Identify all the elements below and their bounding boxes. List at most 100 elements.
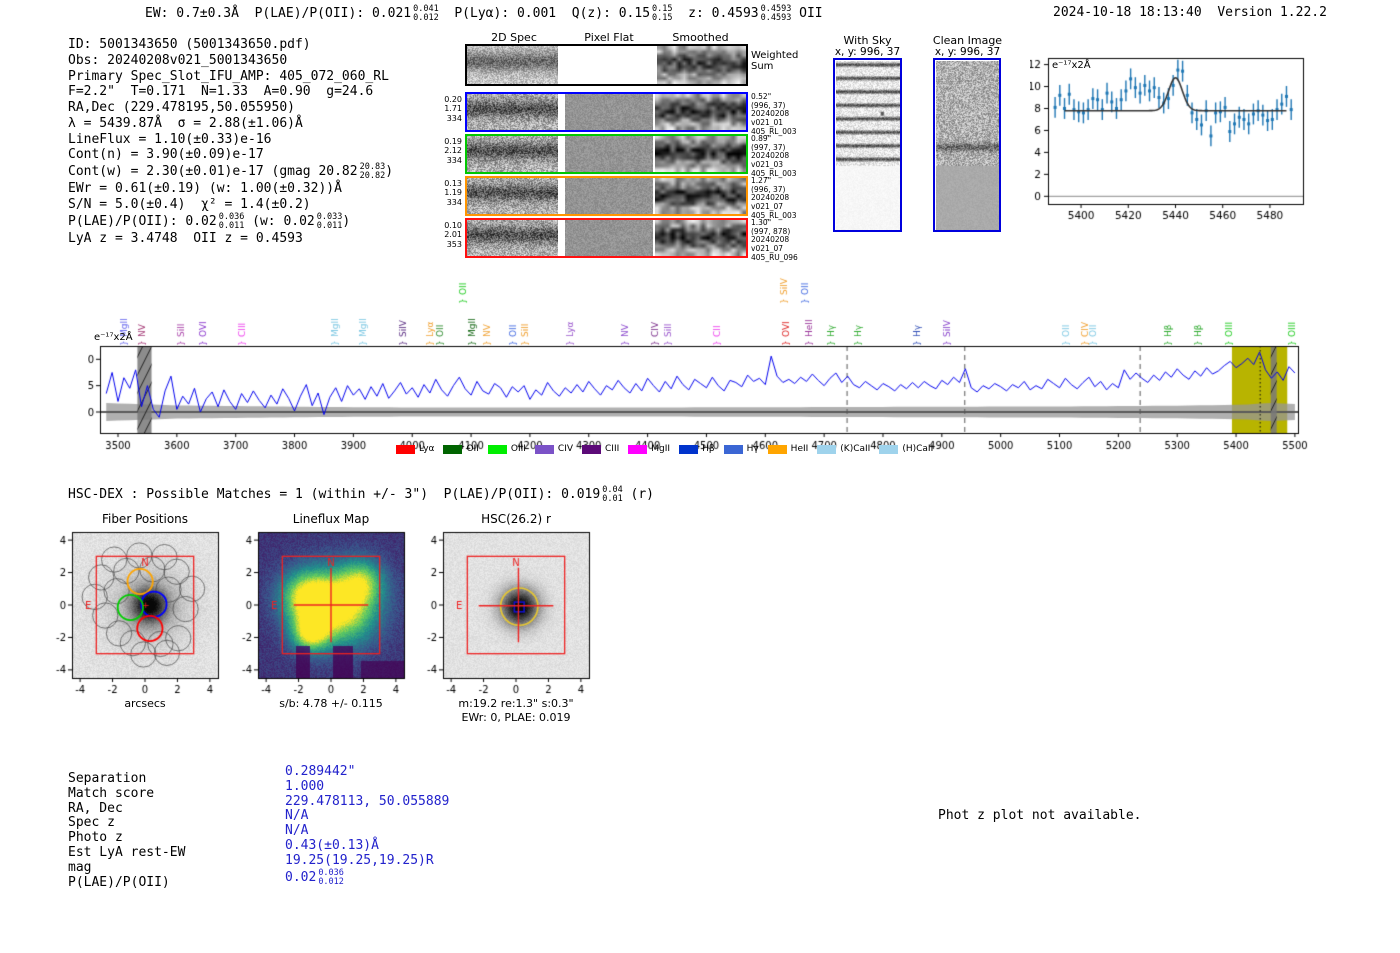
cutout-pixelflat-image-1	[565, 136, 653, 172]
match-table-labels: Separation Match score RA, Dec Spec z Photo …	[68, 771, 186, 890]
match-table-value-3: N/A	[285, 808, 309, 824]
info-line-9: EWr = 0.61(±0.19) (w: 1.00(±0.32))Å	[68, 181, 342, 197]
match-table-value-5: 0.43(±0.13)Å	[285, 837, 379, 853]
legend-label-Hβ: Hβ	[702, 444, 715, 454]
stacked-uncertainty: 0.4593 0.4593	[760, 4, 792, 24]
weighted-sum-label: Weighted Sum	[751, 50, 798, 72]
legend-item-MgII: MgII	[628, 444, 670, 454]
legend-swatch-(H)CaII	[879, 444, 899, 454]
match-table-label-5: Est LyA rest-EW	[68, 844, 186, 860]
info-line-6: LineFlux = 1.10(±0.33)e-16	[68, 131, 272, 147]
legend-swatch-Hγ	[723, 444, 743, 454]
cutout-pixelflat-image-2	[565, 178, 653, 214]
cutout-row-left-labels-2: 0.13 1.19 334	[444, 179, 462, 207]
legend-label-CIII: CIII	[605, 444, 620, 454]
info-line-3: F=2.2" T=0.171 N=1.33 A=0.90 g=24.6	[68, 84, 374, 100]
cutout-2dspec-image-0	[467, 94, 558, 130]
legend-label-Hγ: Hγ	[746, 444, 759, 454]
legend-label-CIV: CIV	[557, 444, 574, 454]
zoom-plot-unit-label: e⁻¹⁷x2Å	[1052, 60, 1091, 71]
match-table-values: 0.289442" 1.000 229.478113, 50.055889 N/A N/…	[285, 764, 450, 887]
lineflux-map-plot	[226, 520, 431, 698]
clean-image-coords: x, y: 996, 37	[934, 46, 1001, 58]
stacked-uncertainty: 0.036 0.012	[318, 867, 344, 887]
legend-item-(K)CaII: (K)CaII	[817, 444, 870, 454]
info-line-11: P(LAE)/P(OII): 0.02 0.036 0.011 (w: 0.02 0.…	[68, 211, 351, 232]
stacked-uncertainty: 0.033 0.011	[316, 211, 343, 232]
stacked-uncertainty: 0.15 0.15	[652, 4, 673, 24]
line-fit-zoom-plot	[1030, 45, 1340, 225]
hsc-dex-match-header: HSC-DEX : Possible Matches = 1 (within +…	[68, 485, 655, 505]
legend-item-HeII: HeII	[767, 444, 808, 454]
col-header-pixelflat: Pixel Flat	[584, 31, 634, 44]
match-table-value-2: 229.478113, 50.055889	[285, 793, 450, 809]
match-table-label-2: RA, Dec	[68, 800, 123, 816]
legend-item-OII: OII	[443, 444, 479, 454]
with-sky-coords: x, y: 996, 37	[834, 46, 901, 58]
legend-label-MgII: MgII	[651, 444, 671, 454]
legend-item-Hβ: Hβ	[679, 444, 715, 454]
phot-z-note: Phot z plot not available.	[938, 808, 1142, 823]
cutout-pixelflat-image-0	[565, 94, 653, 130]
hsc-cutout-xlabel: m:19.2 re:1.3" s:0.3"	[458, 697, 574, 710]
match-table-label-1: Match score	[68, 785, 155, 801]
elixer-detection-report: EW: 0.7±0.3Å P(LAE)/P(OII): 0.021 0.041 0.…	[0, 0, 1400, 953]
legend-swatch-OII	[443, 444, 463, 454]
legend-swatch-CIV	[534, 444, 554, 454]
legend-swatch-MgII	[628, 444, 648, 454]
legend-swatch-Hβ	[679, 444, 699, 454]
spectrum-unit-label: e⁻¹⁷x2Å	[94, 332, 133, 343]
legend-swatch-(K)CaII	[817, 444, 837, 454]
weighted-2dspec-image	[467, 46, 558, 84]
cutout-row-left-labels-1: 0.19 2.12 334	[444, 137, 462, 165]
cutout-row-annotation-1: 0.89" (997, 37) 20240208 v021_03 405_RL_003	[751, 134, 797, 178]
legend-item-OIII: OIII	[487, 444, 526, 454]
legend-item-CIII: CIII	[582, 444, 619, 454]
col-header-smoothed: Smoothed	[672, 31, 729, 44]
full-spectrum-plot	[88, 270, 1318, 465]
cutout-2dspec-image-1	[467, 136, 558, 172]
report-datetime: 2024-10-18 18:13:40 Version 1.22.2	[1053, 5, 1327, 20]
clean-image-image	[935, 60, 999, 230]
hsc-cutout-xlabel2: EWr: 0, PLAE: 0.019	[461, 711, 571, 724]
cutout-row-annotation-2: 1.27" (996, 37) 20240208 v021_07 405_RL_003	[751, 176, 797, 220]
legend-item-Hγ: Hγ	[723, 444, 759, 454]
info-line-5: λ = 5439.87Å σ = 2.88(±1.06)Å	[68, 115, 303, 131]
stacked-uncertainty: 20.83 20.82	[359, 162, 386, 182]
match-table-label-4: Photo z	[68, 830, 123, 846]
legend-swatch-CIII	[582, 444, 602, 454]
info-line-12: LyA z = 3.4748 OII z = 0.4593	[68, 231, 303, 247]
match-table-label-7: P(LAE)/P(OII)	[68, 874, 170, 890]
info-line-2: Primary Spec_Slot_IFU_AMP: 405_072_060_R…	[68, 68, 389, 84]
legend-label-Lyα: Lyα	[419, 444, 435, 454]
legend-swatch-Lyα	[396, 444, 415, 454]
cutout-smoothed-image-1	[655, 136, 746, 172]
cutout-row-annotation-3: 1.30" (997, 878) 20240208 v021_07 405_RU_096	[751, 218, 798, 262]
legend-swatch-HeII	[767, 444, 787, 454]
hsc-cutout-plot	[411, 520, 616, 698]
spectrum-legend: Lyα OII OIII CIV CIII MgII Hβ Hγ HeII (K)CaII (H)C…	[396, 444, 1016, 454]
info-line-8: Cont(w) = 2.30(±0.01)e-17 (gmag 20.82 20.…	[68, 162, 394, 182]
match-table-value-6: 19.25(19.25,19.25)R	[285, 852, 434, 868]
legend-label-OII: OII	[466, 444, 479, 454]
info-line-7: Cont(n) = 3.90(±0.09)e-17	[68, 147, 264, 163]
match-table-value-1: 1.000	[285, 778, 325, 794]
info-line-4: RA,Dec (229.478195,50.055950)	[68, 100, 295, 115]
cutout-smoothed-image-0	[655, 94, 746, 130]
info-line-0: ID: 5001343650 (5001343650.pdf)	[68, 37, 311, 52]
cutout-row-left-labels-3: 0.10 2.01 353	[444, 221, 462, 249]
stacked-uncertainty: 0.041 0.012	[413, 4, 439, 24]
legend-item-CIV: CIV	[534, 444, 574, 454]
cutout-smoothed-image-3	[655, 220, 746, 256]
legend-swatch-OIII	[487, 444, 507, 454]
cutout-row-annotation-0: 0.52" (996, 37) 20240208 v021_01 405_RL_003	[751, 92, 797, 136]
legend-label-OIII: OIII	[510, 444, 526, 454]
match-table-label-3: Spec z	[68, 815, 115, 831]
stacked-uncertainty: 0.036 0.011	[218, 211, 245, 232]
match-table-value-7: 0.02 0.036 0.012	[285, 867, 344, 887]
fiber-positions-xlabel: arcsecs	[124, 697, 166, 710]
legend-label-(H)CaII: (H)CaII	[902, 444, 934, 454]
stacked-uncertainty: 0.04 0.01	[602, 485, 623, 505]
match-table-label-6: mag	[68, 859, 92, 875]
lineflux-map-xlabel: s/b: 4.78 +/- 0.115	[279, 697, 383, 710]
